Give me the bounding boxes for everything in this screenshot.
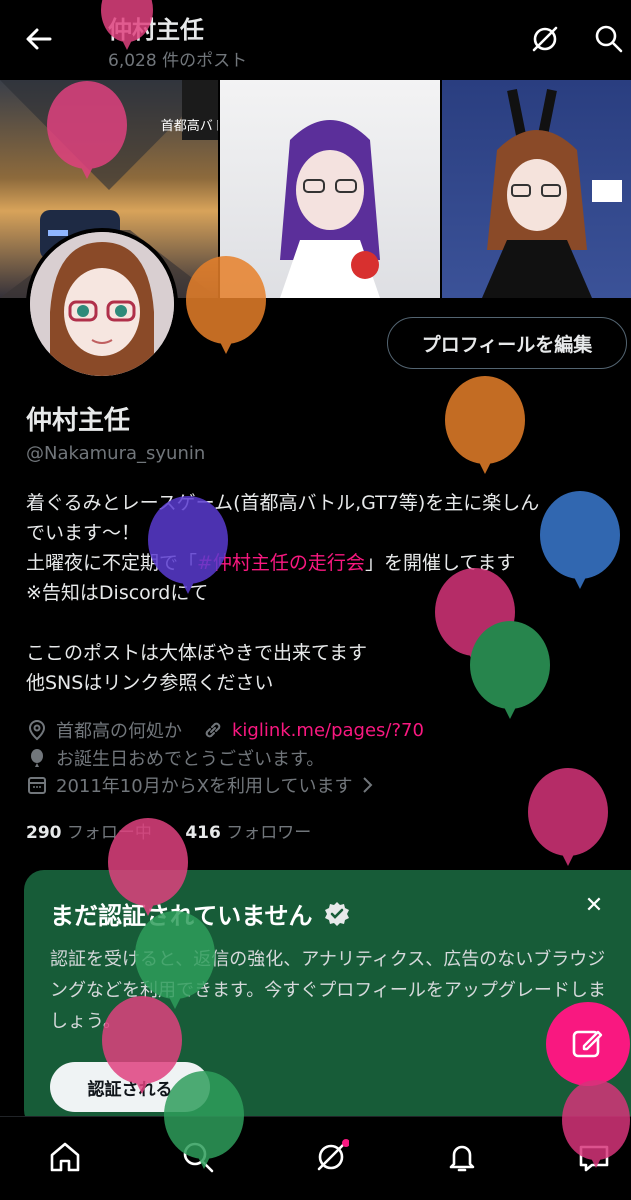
notifications-icon[interactable] xyxy=(444,1139,480,1175)
post-count: 6,028 件のポスト xyxy=(108,51,248,71)
joined-text: 2011年10月からXを利用しています xyxy=(56,776,353,797)
banner-logo-text: 首都高バトル xyxy=(161,118,218,134)
banner-character-image xyxy=(220,80,440,298)
header-title: 仲村主任 xyxy=(108,16,204,44)
grok-icon[interactable] xyxy=(313,1139,350,1175)
followers-count: 416 xyxy=(185,823,221,843)
verified-badge-icon xyxy=(324,901,349,926)
messages-icon[interactable] xyxy=(576,1139,612,1175)
chevron-right-icon xyxy=(362,777,372,793)
top-bar: 仲村主任 6,028 件のポスト xyxy=(0,0,631,80)
close-icon[interactable]: ✕ xyxy=(580,892,608,920)
bio-hashtag-link[interactable]: #仲村主任の走行会 xyxy=(197,552,365,574)
following-label: フォロー中 xyxy=(66,823,152,843)
profile-meta-location: 首都高の何処か kiglink.me/pages/?70 xyxy=(26,716,424,744)
balloon-icon xyxy=(445,376,525,474)
followers-label: フォロワー xyxy=(226,823,312,843)
back-arrow-icon[interactable] xyxy=(22,22,56,56)
grok-icon[interactable] xyxy=(530,24,560,54)
profile-link[interactable]: kiglink.me/pages/?70 xyxy=(232,720,424,741)
bio-line: でいます～！ xyxy=(26,522,141,544)
profile-avatar[interactable] xyxy=(26,228,178,380)
bottom-nav xyxy=(0,1116,631,1200)
banner-bunny-image xyxy=(442,80,631,298)
location-text: 首都高の何処か xyxy=(56,721,182,742)
verification-title: まだ認証されていません xyxy=(50,896,351,931)
location-pin-icon xyxy=(28,719,46,741)
compose-icon xyxy=(572,1030,603,1058)
following-count: 290 xyxy=(26,823,62,843)
link-icon xyxy=(205,722,221,738)
profile-meta-birthday: お誕生日おめでとうございます。 xyxy=(26,744,324,772)
profile-name: 仲村主任 xyxy=(26,406,131,436)
search-icon[interactable] xyxy=(180,1139,216,1175)
profile-handle: @Nakamura_syunin xyxy=(26,443,206,464)
followers-link[interactable]: 416 フォロワー xyxy=(185,823,311,843)
balloon-icon xyxy=(528,768,608,866)
bio-line: ここのポストは大体ぼやきで出来てます xyxy=(26,642,368,664)
bio-text: 土曜夜に不定期で「 xyxy=(26,552,198,574)
search-icon[interactable] xyxy=(594,24,624,54)
compose-button[interactable] xyxy=(546,1002,630,1086)
home-icon[interactable] xyxy=(47,1139,83,1175)
verification-title-text: まだ認証されていません xyxy=(50,902,313,930)
verification-card: まだ認証されていません ✕ 認証を受けると、返信の強化、アナリティクス、広告のな… xyxy=(24,870,631,1130)
bio-line: 土曜夜に不定期で「#仲村主任の走行会」を開催してます xyxy=(26,548,626,578)
edit-profile-button[interactable]: プロフィールを編集 xyxy=(387,317,627,369)
follow-stats: 290 フォロー中 416 フォロワー xyxy=(26,818,311,843)
get-verified-button[interactable]: 認証される xyxy=(50,1062,210,1112)
bio-line: 他SNSはリンク参照ください xyxy=(26,672,274,694)
bio-line: ※告知はDiscordにて xyxy=(26,582,209,604)
bio-line: 着ぐるみとレースゲーム(首都高バトル,GT7等)を主に楽しん xyxy=(26,492,540,514)
balloon-icon xyxy=(31,749,43,767)
following-link[interactable]: 290 フォロー中 xyxy=(26,823,152,843)
verification-body: 認証を受けると、返信の強化、アナリティクス、広告のないブラウジングなどを利用でき… xyxy=(50,949,606,1032)
birthday-text: お誕生日おめでとうございます。 xyxy=(56,749,325,770)
profile-bio: 着ぐるみとレースゲーム(首都高バトル,GT7等)を主に楽しん でいます～！ 土曜… xyxy=(26,488,626,698)
profile-meta-joined[interactable]: 2011年10月からXを利用しています xyxy=(26,771,383,799)
calendar-icon xyxy=(28,777,46,794)
bio-text: 」を開催してます xyxy=(364,552,516,574)
